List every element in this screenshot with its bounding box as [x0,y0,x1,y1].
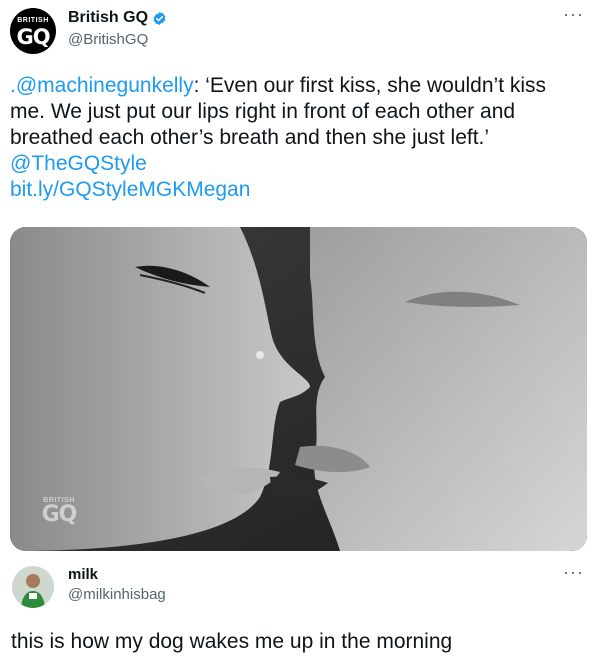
author-name-row: British GQ [68,9,167,27]
more-options-icon[interactable]: ··· [563,562,584,583]
more-options-icon[interactable]: ··· [563,4,584,25]
verified-badge-icon [153,11,166,25]
reply-display-name[interactable]: milk [68,566,98,583]
article-short-link[interactable]: bit.ly/GQStyleMGKMegan [10,178,250,201]
watermark-big-text: GQ [41,502,78,527]
milk-avatar[interactable] [12,566,54,608]
reply-text: this is how my dog wakes me up in the mo… [11,630,453,653]
mention-link[interactable]: .@machinegunkelly [10,74,194,97]
author-handle[interactable]: @BritishGQ [68,31,148,48]
tweet-text: .@machinegunkelly: ‘Even our first kiss,… [10,73,585,203]
author-display-name[interactable]: British GQ [68,9,148,27]
reply-handle[interactable]: @milkinhisbag [68,586,166,603]
kiss-photo-illustration [10,227,587,551]
gq-watermark-logo: BRITISH GQ [24,497,94,527]
style-mention-link[interactable]: @TheGQStyle [10,152,147,175]
british-gq-avatar[interactable]: BRITISH GQ [10,8,56,54]
tweet-photo[interactable]: BRITISH GQ [10,227,587,551]
avatar-logo-small-text: BRITISH [17,17,49,24]
avatar-logo-big-text: GQ [16,25,50,49]
avatar-person-icon [12,566,54,608]
